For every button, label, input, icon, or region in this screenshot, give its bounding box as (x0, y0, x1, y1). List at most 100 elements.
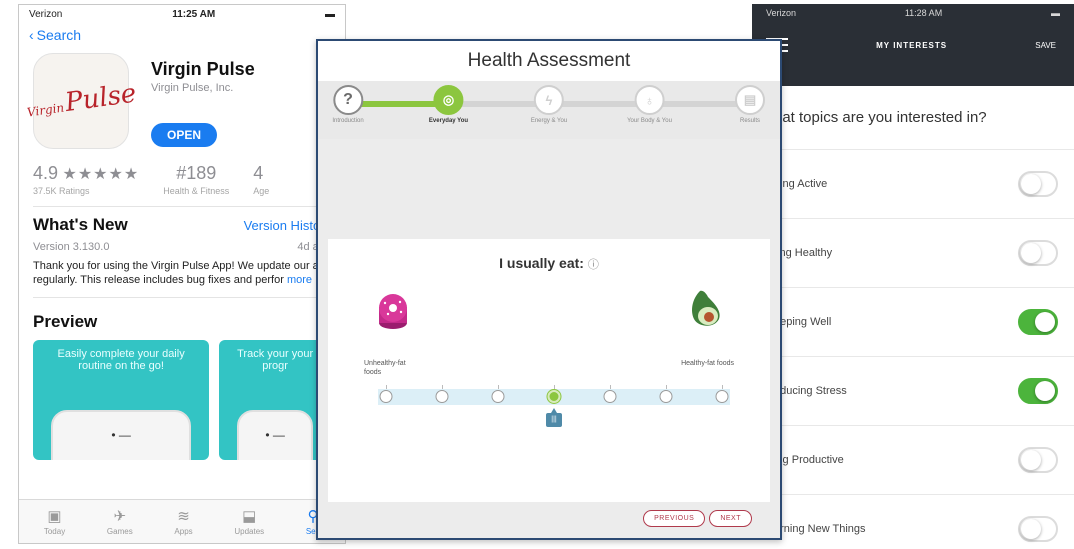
app-header: VirginPulse Virgin Pulse Virgin Pulse, I… (19, 47, 345, 155)
interest-toggle[interactable] (1018, 378, 1058, 404)
clock-label: 11:25 AM (172, 8, 216, 20)
tab-today[interactable]: ▣ Today (44, 507, 65, 536)
interest-row: ing Productive (752, 426, 1074, 495)
tab-updates[interactable]: ⬓ Updates (234, 507, 264, 536)
previous-button[interactable]: PREVIOUS (643, 509, 706, 527)
carrier-label: Verizon (766, 8, 797, 18)
interests-question: hat topics are you interested in? (752, 86, 1074, 150)
scale-tick (722, 385, 723, 389)
interest-toggle[interactable] (1018, 447, 1058, 473)
save-button[interactable]: SAVE (1035, 41, 1056, 50)
next-button[interactable]: NEXT (709, 509, 752, 527)
tab-games[interactable]: ✈ Games (107, 507, 133, 536)
tab-bar: ▣ Today ✈ Games ≋ Apps ⬓ Updates ⚲ Sea (19, 499, 345, 543)
back-label: Search (36, 27, 82, 43)
interest-toggle[interactable] (1018, 309, 1058, 335)
interest-list: tting Active ting Healthy eeping Well educi… (752, 150, 1074, 549)
interest-row: educing Stress (752, 357, 1074, 426)
step-icon: ♁ (634, 85, 665, 115)
interest-row: eeping Well (752, 288, 1074, 357)
step-results[interactable]: ▤ Results (735, 85, 765, 124)
progress-steps: ? Introduction ◎ Everyday You ϟ Energy & You ♁… (318, 81, 780, 139)
screenshot-caption: Track your your progr (237, 348, 314, 372)
scale-option[interactable] (659, 390, 673, 403)
scale-tick (610, 385, 611, 389)
scale-option[interactable] (715, 390, 729, 403)
apps-icon: ≋ (177, 508, 190, 525)
open-button[interactable]: OPEN (151, 123, 218, 147)
phone-mockup (51, 410, 192, 460)
help-icon[interactable]: ⓘ (588, 259, 599, 271)
rating-count: 37.5K Ratings (33, 186, 90, 196)
interest-toggle[interactable] (1018, 240, 1058, 266)
back-to-search-link[interactable]: ‹ Search (19, 23, 345, 47)
scale-option[interactable] (491, 390, 505, 403)
age-stat: 4 Age (253, 163, 269, 196)
tab-apps[interactable]: ≋ Apps (174, 507, 192, 536)
step-your-body-you[interactable]: ♁ Your Body & You (627, 85, 672, 124)
whats-new-title: What's New (33, 215, 128, 234)
assessment-content-area: I usually eat: ⓘ Unhealthy-fat foods Hea… (318, 139, 780, 538)
app-icon: VirginPulse (26, 53, 138, 149)
scale-option[interactable] (547, 390, 561, 403)
clock-label: 11:28 AM (904, 8, 943, 18)
scale-tick (386, 385, 387, 389)
scale-tick (554, 385, 555, 389)
step-icon: ϟ (534, 85, 564, 115)
step-introduction[interactable]: ? Introduction (332, 85, 364, 124)
preview-screenshot[interactable]: Easily complete your daily routine on th… (33, 340, 210, 460)
assessment-title: Health Assessment (467, 50, 631, 71)
interest-label: eeping Well (774, 316, 832, 328)
status-bar: Verizon 11:25 AM ▬ (19, 5, 345, 23)
step-label: Your Body & You (627, 118, 672, 124)
screenshot-caption: Easily complete your daily routine on th… (57, 348, 185, 372)
assessment-footer: PREVIOUS NEXT (318, 498, 780, 538)
scale-tick (666, 385, 667, 389)
battery-icon: ▬ (325, 8, 335, 20)
preview-section: Preview Easily complete your daily routi… (19, 298, 345, 460)
avocado-icon (692, 290, 720, 326)
scale-option[interactable] (435, 390, 449, 403)
age-value: 4 (253, 163, 264, 183)
chevron-left-icon: ‹ (29, 27, 34, 43)
games-icon: ✈ (113, 508, 127, 525)
scale-option[interactable] (379, 390, 393, 403)
scale-tick (442, 385, 443, 389)
more-link[interactable]: more (287, 274, 312, 286)
developer-name: Virgin Pulse, Inc. (151, 82, 234, 94)
screen-title: MY INTERESTS (876, 40, 948, 50)
screenshot-carousel[interactable]: Easily complete your daily routine on th… (33, 340, 331, 460)
carrier-label: Verizon (29, 8, 63, 20)
step-energy-you[interactable]: ϟ Energy & You (531, 85, 567, 124)
step-everyday-you[interactable]: ◎ Everyday You (429, 85, 468, 124)
interest-toggle[interactable] (1018, 171, 1058, 197)
step-icon: ◎ (433, 85, 464, 115)
preview-screenshot[interactable]: Track your your progr (219, 340, 331, 460)
today-icon: ▣ (47, 508, 62, 525)
star-rating-icon: ★★★★★ (62, 166, 140, 183)
whats-new-section: What's New Version History Version 3.130… (19, 207, 345, 287)
donut-icon (379, 294, 407, 329)
battery-icon: ▬ (1050, 8, 1060, 18)
step-label: Results (739, 118, 760, 124)
preview-title: Preview (33, 312, 98, 331)
interest-label: ting Healthy (774, 247, 833, 259)
question-card: I usually eat: ⓘ Unhealthy-fat foods Hea… (328, 239, 770, 502)
screenshot-collage: Verizon 11:25 AM ▬ ‹ Search VirginPulse … (0, 0, 1074, 549)
answer-scale[interactable] (378, 385, 730, 405)
rank-category: Health & Fitness (163, 186, 230, 196)
rank-value: #189 (176, 163, 217, 183)
app-name: Virgin Pulse (151, 59, 255, 79)
interest-row: ting Healthy (752, 219, 1074, 288)
app-store-screen: Verizon 11:25 AM ▬ ‹ Search VirginPulse … (18, 4, 346, 544)
updates-icon: ⬓ (242, 508, 257, 525)
my-interests-screen: Verizon 11:28 AM ▬ MY INTERESTS SAVE hat… (752, 4, 1074, 549)
interest-toggle[interactable] (1018, 516, 1058, 542)
step-label: Everyday You (428, 118, 469, 124)
scale-option[interactable] (603, 390, 617, 403)
slider-handle[interactable]: ||| (546, 408, 562, 427)
status-bar: Verizon 11:28 AM ▬ (752, 4, 1074, 22)
scale-left-label: Unhealthy-fat foods (364, 360, 406, 376)
step-icon: ? (332, 85, 363, 115)
version-label: Version 3.130.0 (33, 241, 110, 253)
